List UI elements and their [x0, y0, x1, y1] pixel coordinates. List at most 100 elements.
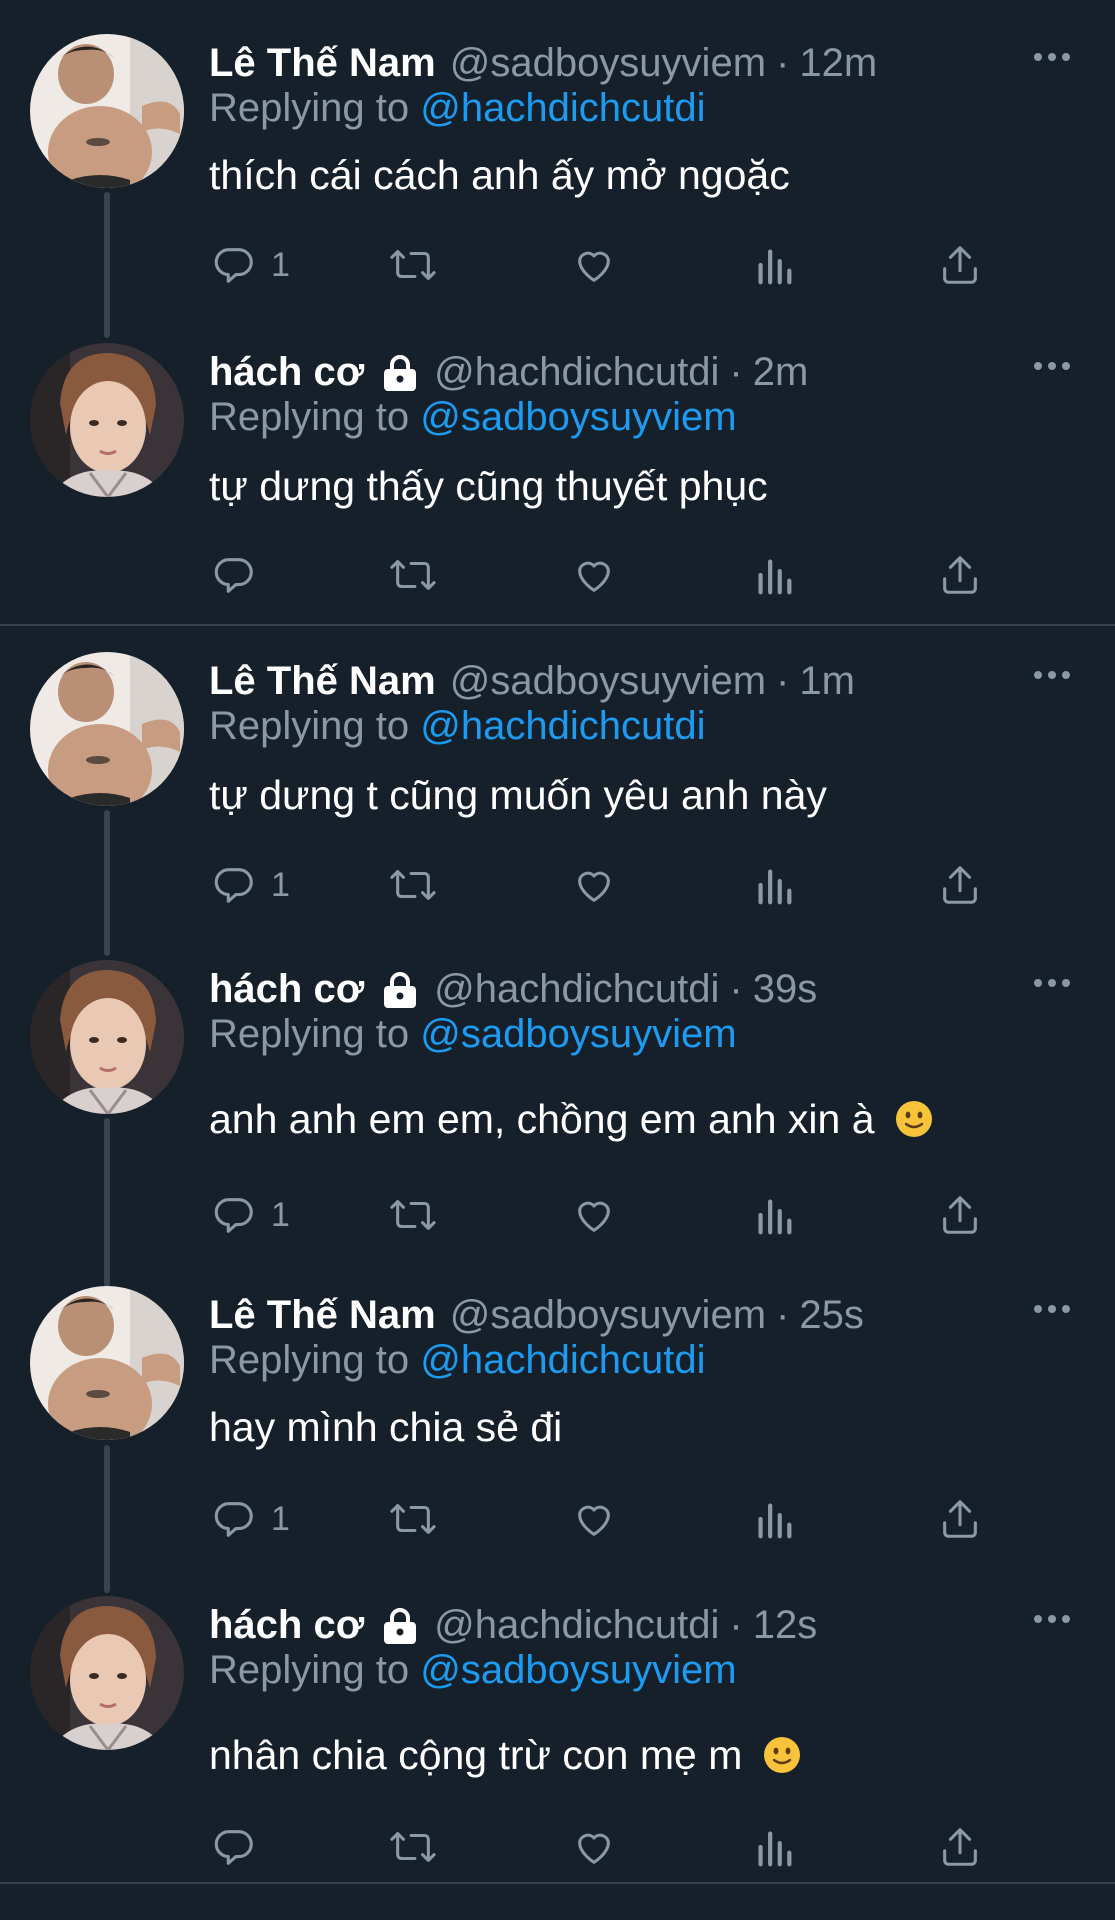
handle[interactable]: @hachdichcutdi [434, 350, 719, 395]
tweet-text: anh anh em em, chồng em anh xin à [209, 1096, 934, 1143]
reply-button[interactable]: 1 [211, 1190, 290, 1240]
retweet-button[interactable] [387, 550, 439, 600]
tweet-actions: 1 [209, 860, 1009, 910]
reply-mention-link[interactable]: @hachdichcutdi [420, 1338, 705, 1382]
tweet[interactable]: hách cơ @hachdichcutdi · 12s Replying to… [0, 1596, 1115, 1896]
slightly-smiling-face-icon [763, 1737, 800, 1773]
more-icon[interactable] [1033, 1612, 1071, 1626]
handle[interactable]: @sadboysuyviem [450, 659, 766, 704]
views-button[interactable] [754, 1190, 794, 1240]
views-icon [758, 559, 792, 595]
share-icon [943, 1196, 977, 1234]
tweet[interactable]: Lê Thế Nam @sadboysuyviem · 25s Replying… [0, 1286, 1115, 1546]
handle[interactable]: @hachdichcutdi [434, 1603, 719, 1648]
share-icon [943, 1828, 977, 1866]
handle[interactable]: @hachdichcutdi [434, 967, 719, 1012]
avatar[interactable] [30, 960, 184, 1114]
timestamp[interactable]: 2m [753, 350, 809, 395]
views-button[interactable] [754, 860, 794, 910]
avatar[interactable] [30, 652, 184, 806]
tweet-actions: 1 [209, 240, 1009, 290]
timestamp[interactable]: 39s [753, 967, 818, 1012]
like-button[interactable] [571, 860, 617, 910]
share-button[interactable] [937, 1822, 983, 1872]
reply-mention-link[interactable]: @hachdichcutdi [420, 704, 705, 748]
display-name[interactable]: Lê Thế Nam [209, 659, 436, 704]
like-icon [578, 561, 610, 592]
tweet[interactable]: Lê Thế Nam @sadboysuyviem · 12m Replying… [0, 34, 1115, 294]
reply-mention-link[interactable]: @sadboysuyviem [420, 395, 736, 439]
retweet-button[interactable] [387, 860, 439, 910]
share-button[interactable] [937, 1494, 983, 1544]
reply-button[interactable] [211, 1822, 271, 1872]
more-icon[interactable] [1033, 50, 1071, 64]
reply-icon [214, 1830, 253, 1865]
more-icon[interactable] [1033, 359, 1071, 373]
share-button[interactable] [937, 860, 983, 910]
retweet-button[interactable] [387, 1822, 439, 1872]
retweet-button[interactable] [387, 1190, 439, 1240]
more-icon[interactable] [1033, 976, 1071, 990]
replying-to-label: Replying to [209, 1012, 410, 1056]
reply-count: 1 [271, 865, 290, 904]
reply-mention-link[interactable]: @sadboysuyviem [420, 1012, 736, 1056]
reply-icon [214, 1502, 253, 1537]
avatar[interactable] [30, 1596, 184, 1750]
replying-to-label: Replying to [209, 704, 410, 748]
like-button[interactable] [571, 550, 617, 600]
bottom-divider [0, 1882, 1115, 1884]
replying-to: Replying to @hachdichcutdi [209, 704, 705, 749]
like-button[interactable] [571, 1822, 617, 1872]
replying-to: Replying to @sadboysuyviem [209, 1012, 737, 1057]
timestamp[interactable]: 12m [799, 41, 877, 86]
reply-button[interactable]: 1 [211, 860, 290, 910]
reply-button[interactable]: 1 [211, 240, 290, 290]
reply-mention-link[interactable]: @sadboysuyviem [420, 1648, 736, 1692]
like-button[interactable] [571, 1190, 617, 1240]
share-button[interactable] [937, 240, 983, 290]
display-name[interactable]: Lê Thế Nam [209, 1293, 436, 1338]
display-name[interactable]: hách cơ [209, 967, 364, 1012]
avatar[interactable] [30, 343, 184, 497]
views-button[interactable] [754, 1822, 794, 1872]
handle[interactable]: @sadboysuyviem [450, 1293, 766, 1338]
share-button[interactable] [937, 1190, 983, 1240]
tweet-text-content: hay mình chia sẻ đi [209, 1404, 563, 1450]
avatar[interactable] [30, 34, 184, 188]
views-icon [758, 1503, 792, 1539]
share-icon [943, 866, 977, 904]
more-icon[interactable] [1033, 1302, 1071, 1316]
views-button[interactable] [754, 240, 794, 290]
avatar[interactable] [30, 1286, 184, 1440]
retweet-button[interactable] [387, 1494, 439, 1544]
tweet[interactable]: Lê Thế Nam @sadboysuyviem · 1m Replying … [0, 652, 1115, 912]
display-name[interactable]: Lê Thế Nam [209, 41, 436, 86]
timestamp[interactable]: 1m [799, 659, 855, 704]
more-icon[interactable] [1033, 668, 1071, 682]
handle[interactable]: @sadboysuyviem [450, 41, 766, 86]
tweet-header: hách cơ @hachdichcutdi · 2m [209, 343, 808, 401]
tweet-header: Lê Thế Nam @sadboysuyviem · 25s [209, 1286, 864, 1344]
separator-dot: · [729, 1602, 743, 1647]
replying-to: Replying to @sadboysuyviem [209, 395, 737, 440]
reply-button[interactable]: 1 [211, 1494, 290, 1544]
views-button[interactable] [754, 1494, 794, 1544]
tweet-text: tự dưng thấy cũng thuyết phục [209, 463, 768, 510]
replying-to-label: Replying to [209, 86, 410, 130]
display-name[interactable]: hách cơ [209, 1603, 364, 1648]
views-button[interactable] [754, 550, 794, 600]
like-button[interactable] [571, 1494, 617, 1544]
like-button[interactable] [571, 240, 617, 290]
share-button[interactable] [937, 550, 983, 600]
thread-divider [0, 624, 1115, 626]
reply-button[interactable] [211, 550, 271, 600]
retweet-button[interactable] [387, 240, 439, 290]
timestamp[interactable]: 12s [753, 1603, 818, 1648]
tweet-text-content: nhân chia cộng trừ con mẹ m [209, 1732, 743, 1778]
tweet[interactable]: hách cơ @hachdichcutdi · 39s Replying to… [0, 960, 1115, 1260]
display-name[interactable]: hách cơ [209, 350, 364, 395]
replying-to-label: Replying to [209, 1338, 410, 1382]
reply-mention-link[interactable]: @hachdichcutdi [420, 86, 705, 130]
tweet[interactable]: hách cơ @hachdichcutdi · 2m Replying to … [0, 343, 1115, 603]
timestamp[interactable]: 25s [799, 1293, 864, 1338]
